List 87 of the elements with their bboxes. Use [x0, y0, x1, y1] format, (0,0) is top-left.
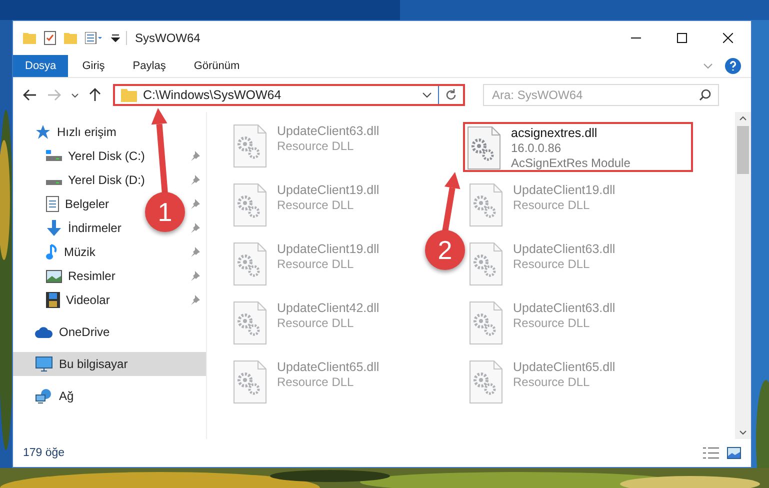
file-name: UpdateClient63.dll — [513, 301, 616, 315]
file-name: UpdateClient42.dll — [277, 301, 380, 315]
film-icon — [46, 292, 60, 308]
dll-file-icon — [469, 301, 503, 345]
file-name: UpdateClient65.dll — [277, 360, 380, 374]
nav-item[interactable]: Hızlı erişim — [13, 120, 206, 144]
nav-item[interactable]: Belgeler — [46, 192, 112, 216]
nav-item[interactable]: Ağ — [13, 384, 206, 408]
dll-file-icon — [233, 242, 267, 286]
search-icon — [699, 89, 711, 101]
file-detail: Resource DLL — [513, 375, 591, 389]
window-title: SysWOW64 — [135, 31, 200, 45]
nav-item[interactable]: Bu bilgisayar — [13, 352, 206, 376]
back-icon[interactable] — [23, 89, 37, 101]
nav-item[interactable]: Yerel Disk (C:) — [46, 144, 147, 168]
dll-file-icon — [469, 242, 503, 286]
nav-item[interactable]: İndirmeler — [46, 216, 124, 240]
pin-icon[interactable] — [190, 199, 200, 209]
drive-icon — [46, 150, 62, 162]
details-view-icon[interactable] — [703, 447, 719, 459]
file-detail: Resource DLL — [277, 198, 355, 212]
dll-file-icon — [469, 360, 503, 404]
nav-item[interactable]: Müzik — [46, 240, 98, 264]
file-name: UpdateClient19.dll — [513, 183, 616, 197]
file-detail: Resource DLL — [513, 316, 591, 330]
scrollbar[interactable] — [735, 112, 751, 439]
star-icon — [35, 124, 51, 140]
dll-file-icon — [233, 183, 267, 227]
file-name: acsignextres.dll — [511, 126, 598, 140]
pin-icon[interactable] — [190, 295, 200, 305]
file-name: UpdateClient65.dll — [513, 360, 616, 374]
dll-file-icon — [469, 183, 503, 227]
maximize-icon — [677, 33, 687, 43]
pin-icon[interactable] — [190, 223, 200, 233]
nav-item[interactable]: Yerel Disk (D:) — [46, 168, 147, 192]
dll-file-icon — [233, 301, 267, 345]
address-bar[interactable]: C:\Windows\SysWOW64 — [113, 84, 465, 106]
help-icon[interactable] — [725, 58, 741, 74]
dll-file-icon — [233, 360, 267, 404]
pin-icon[interactable] — [190, 151, 200, 161]
file-detail: Resource DLL — [513, 257, 591, 271]
close-icon — [723, 33, 733, 43]
download-icon — [46, 220, 62, 236]
file-detail: Resource DLL — [277, 316, 355, 330]
file-detail: AcSignExtRes Module — [511, 156, 630, 170]
music-icon — [46, 244, 58, 260]
view-icon[interactable] — [85, 32, 103, 44]
pin-icon[interactable] — [190, 271, 200, 281]
scroll-down-icon[interactable] — [739, 430, 747, 435]
nav-item[interactable]: Videolar — [46, 288, 112, 312]
scroll-up-icon[interactable] — [739, 116, 747, 121]
file-name: UpdateClient19.dll — [277, 183, 380, 197]
item-count: 179 öğe — [23, 447, 65, 459]
ribbon-tab[interactable]: Paylaş — [118, 55, 180, 77]
monitor-icon — [35, 356, 53, 372]
file-name: UpdateClient63.dll — [277, 124, 380, 138]
ribbon-tab[interactable]: Görünüm — [180, 55, 254, 77]
file-detail: 16.0.0.86 — [511, 141, 562, 155]
file-name: UpdateClient63.dll — [513, 242, 616, 256]
document-icon — [46, 196, 59, 212]
chevron-icon[interactable] — [71, 92, 79, 98]
ribbon-tab[interactable]: Giriş — [68, 55, 119, 77]
up-icon[interactable] — [89, 88, 101, 102]
dll-file-icon — [467, 126, 501, 170]
pin-icon[interactable] — [190, 247, 200, 257]
nav-item[interactable]: Resimler — [46, 264, 118, 288]
search-field[interactable]: Ara: SysWOW64 — [483, 84, 719, 106]
file-detail: Resource DLL — [277, 139, 355, 153]
scroll-thumb[interactable] — [737, 126, 749, 174]
dropdown-icon[interactable] — [111, 34, 120, 42]
file-name: UpdateClient19.dll — [277, 242, 380, 256]
refresh-icon[interactable] — [445, 89, 457, 101]
folder-icon — [121, 88, 137, 102]
file-detail: Resource DLL — [277, 375, 355, 389]
large-icons-view-icon[interactable] — [727, 447, 741, 459]
dropdown-icon[interactable] — [422, 92, 432, 98]
file-detail: Resource DLL — [513, 198, 591, 212]
dll-file-icon — [233, 124, 267, 168]
properties-icon[interactable] — [44, 31, 56, 45]
cloud-icon — [35, 326, 53, 338]
file-tile[interactable]: acsignextres.dll 16.0.0.86 AcSignExtRes Module — [463, 122, 693, 172]
image-icon — [46, 270, 62, 282]
pin-icon[interactable] — [190, 175, 200, 185]
network-icon — [35, 388, 53, 404]
file-detail: Resource DLL — [277, 257, 355, 271]
nav-item[interactable]: OneDrive — [13, 320, 206, 344]
ribbon-tab[interactable]: Dosya — [13, 55, 68, 77]
